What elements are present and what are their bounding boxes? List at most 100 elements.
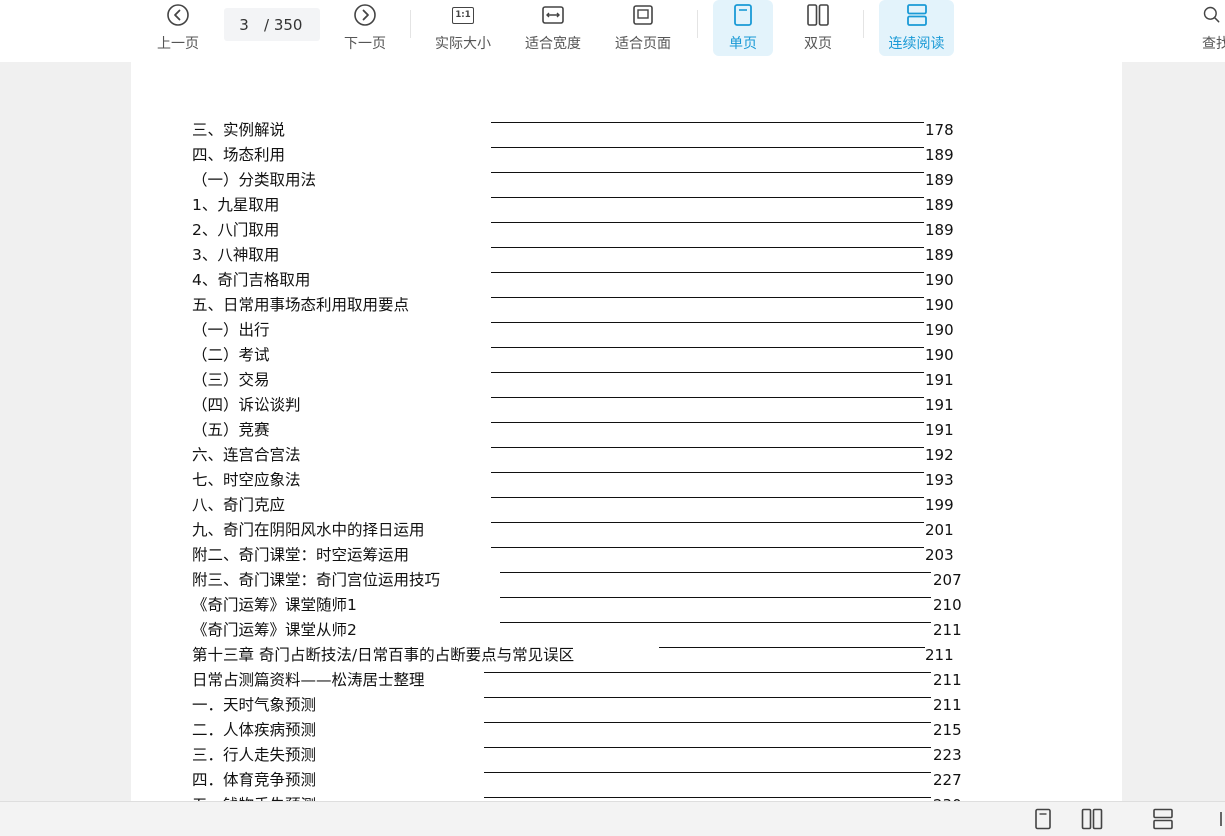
toc-leader-line: [491, 497, 924, 498]
toc-entry-page: 190: [925, 296, 954, 314]
toc-entry[interactable]: 附二、奇门课堂：时空运筹运用 203: [192, 545, 1042, 570]
double-page-icon: [805, 2, 831, 28]
toc-entry[interactable]: 2、八门取用 189: [192, 220, 1042, 245]
toc-entry[interactable]: 三、实例解说 178: [192, 120, 1042, 145]
toc-entry[interactable]: 三．行人走失预测 223: [192, 745, 1042, 770]
toc-entry-title: 日常占测篇资料——松涛居士整理: [192, 671, 425, 689]
toc-entry-page: 199: [925, 496, 954, 514]
document-page: 三、实例解说 178 四、场态利用 189 （一）分类取用法 189 1、九星取用 189 2、…: [131, 62, 1122, 802]
circle-arrow-right-icon: [352, 2, 378, 28]
toc-entry-page: 193: [925, 471, 954, 489]
toc-entry[interactable]: 第十三章 奇门占断技法/日常百事的占断要点与常见误区 211: [192, 645, 1042, 670]
toc-entry-page: 178: [925, 121, 954, 139]
toc-leader-line: [500, 597, 931, 598]
toc-leader-line: [484, 697, 931, 698]
single-page-icon: [730, 2, 756, 28]
single-page-icon: [1035, 808, 1051, 830]
continuous-read-icon: [904, 2, 930, 28]
continuous-mode-button[interactable]: [1150, 806, 1176, 832]
toc-entry[interactable]: （二）考试 190: [192, 345, 1042, 370]
actual-size-icon: 1:1: [450, 2, 476, 28]
toc-entry-title: （五）竞赛: [192, 421, 270, 439]
toc-entry[interactable]: 四．体育竞争预测 227: [192, 770, 1042, 795]
toc-entry[interactable]: （四）诉讼谈判 191: [192, 395, 1042, 420]
fit-width-label: 适合宽度: [525, 36, 581, 52]
toc-entry[interactable]: 九、奇门在阴阳风水中的择日运用 201: [192, 520, 1042, 545]
toc-entry-title: （二）考试: [192, 346, 270, 364]
actual-size-label: 实际大小: [435, 36, 491, 52]
page-total: / 350: [264, 15, 303, 34]
toc-entry-page: 190: [925, 321, 954, 339]
toc-entry-title: 四．体育竞争预测: [192, 771, 317, 789]
prev-page-button[interactable]: 上一页: [150, 0, 206, 56]
toolbar-divider: [410, 10, 411, 38]
single-page-button[interactable]: 单页: [713, 0, 773, 56]
fit-page-icon: [630, 2, 656, 28]
fit-page-label: 适合页面: [615, 36, 671, 52]
page-number-box: / 350: [224, 8, 320, 41]
toc-entry-title: 一．天时气象预测: [192, 696, 317, 714]
toc-entry[interactable]: 二．人体疾病预测 215: [192, 720, 1042, 745]
fit-width-button[interactable]: 适合宽度: [518, 0, 588, 56]
toc-leader-line: [484, 747, 931, 748]
next-page-button[interactable]: 下一页: [337, 0, 393, 56]
continuous-read-button[interactable]: 连续阅读: [879, 0, 954, 56]
double-page-mode-button[interactable]: [1079, 806, 1105, 832]
continuous-read-icon: [1153, 808, 1173, 830]
toc-entry[interactable]: 3、八神取用 189: [192, 245, 1042, 270]
toc-entry-page: 215: [933, 721, 962, 739]
single-page-label: 单页: [729, 36, 757, 52]
toc-entry-page: 207: [933, 571, 962, 589]
toc-entry-title: 《奇门运筹》课堂从师2: [192, 621, 357, 639]
toc-entry[interactable]: 《奇门运筹》课堂从师2 211: [192, 620, 1042, 645]
toc-entry[interactable]: 四、场态利用 189: [192, 145, 1042, 170]
toc-entry[interactable]: 1、九星取用 189: [192, 195, 1042, 220]
toc-entry[interactable]: （一）分类取用法 189: [192, 170, 1042, 195]
toc-entry[interactable]: 六、连宫合宫法 192: [192, 445, 1042, 470]
toc-entry-title: （一）分类取用法: [192, 171, 317, 189]
toc-entry[interactable]: 附三、奇门课堂：奇门宫位运用技巧 207: [192, 570, 1042, 595]
search-icon: [1196, 2, 1222, 28]
toc-leader-line: [491, 197, 924, 198]
toc-entry[interactable]: 八、奇门克应 199: [192, 495, 1042, 520]
toc-entry[interactable]: 一．天时气象预测 211: [192, 695, 1042, 720]
toc-leader-line: [491, 297, 924, 298]
toc-entry-title: 五、日常用事场态利用取用要点: [192, 296, 410, 314]
actual-size-button[interactable]: 1:1 实际大小: [428, 0, 498, 56]
continuous-read-label: 连续阅读: [888, 36, 945, 52]
toc-entry[interactable]: 日常占测篇资料——松涛居士整理 211: [192, 670, 1042, 695]
toc-entry[interactable]: （三）交易 191: [192, 370, 1042, 395]
toc-entry-page: 223: [933, 746, 962, 764]
toc-entry[interactable]: 五、日常用事场态利用取用要点 190: [192, 295, 1042, 320]
toc-leader-line: [484, 797, 931, 798]
toc-leader-line: [659, 647, 925, 648]
toc-entry[interactable]: （一）出行 190: [192, 320, 1042, 345]
toc-entry-title: （三）交易: [192, 371, 270, 389]
toc-entry-page: 201: [925, 521, 954, 539]
toc-entry[interactable]: 《奇门运筹》课堂随师1 210: [192, 595, 1042, 620]
toc-entry-title: 三、实例解说: [192, 121, 286, 139]
prev-page-label: 上一页: [157, 36, 199, 52]
fit-page-button[interactable]: 适合页面: [608, 0, 678, 56]
toc-leader-line: [491, 272, 924, 273]
single-page-mode-button[interactable]: [1030, 806, 1056, 832]
toc-entry[interactable]: 4、奇门吉格取用 190: [192, 270, 1042, 295]
double-page-label: 双页: [804, 36, 832, 52]
sidebar-toggle-button[interactable]: [1218, 806, 1225, 832]
toc-entry-page: 189: [925, 221, 954, 239]
toc-entry-page: 211: [933, 671, 962, 689]
toc-entry[interactable]: （五）竞赛 191: [192, 420, 1042, 445]
toc-entry-title: 第十三章 奇门占断技法/日常百事的占断要点与常见误区: [192, 646, 575, 664]
page-number-input[interactable]: [224, 15, 264, 34]
double-page-button[interactable]: 双页: [790, 0, 846, 56]
toc-leader-line: [491, 347, 924, 348]
toc-entry-page: 211: [933, 621, 962, 639]
document-viewer[interactable]: 三、实例解说 178 四、场态利用 189 （一）分类取用法 189 1、九星取用 189 2、…: [0, 62, 1225, 802]
toc-leader-line: [491, 547, 924, 548]
toc-leader-line: [484, 672, 931, 673]
toc-entry[interactable]: 七、时空应象法 193: [192, 470, 1042, 495]
toc-leader-line: [491, 372, 924, 373]
search-button[interactable]: 查找: [1196, 0, 1225, 56]
toolbar: 上一页 / 350 下一页 1:1 实际大小 适合宽度 适合页面 单页: [0, 0, 1225, 62]
toc-entry-page: 189: [925, 171, 954, 189]
